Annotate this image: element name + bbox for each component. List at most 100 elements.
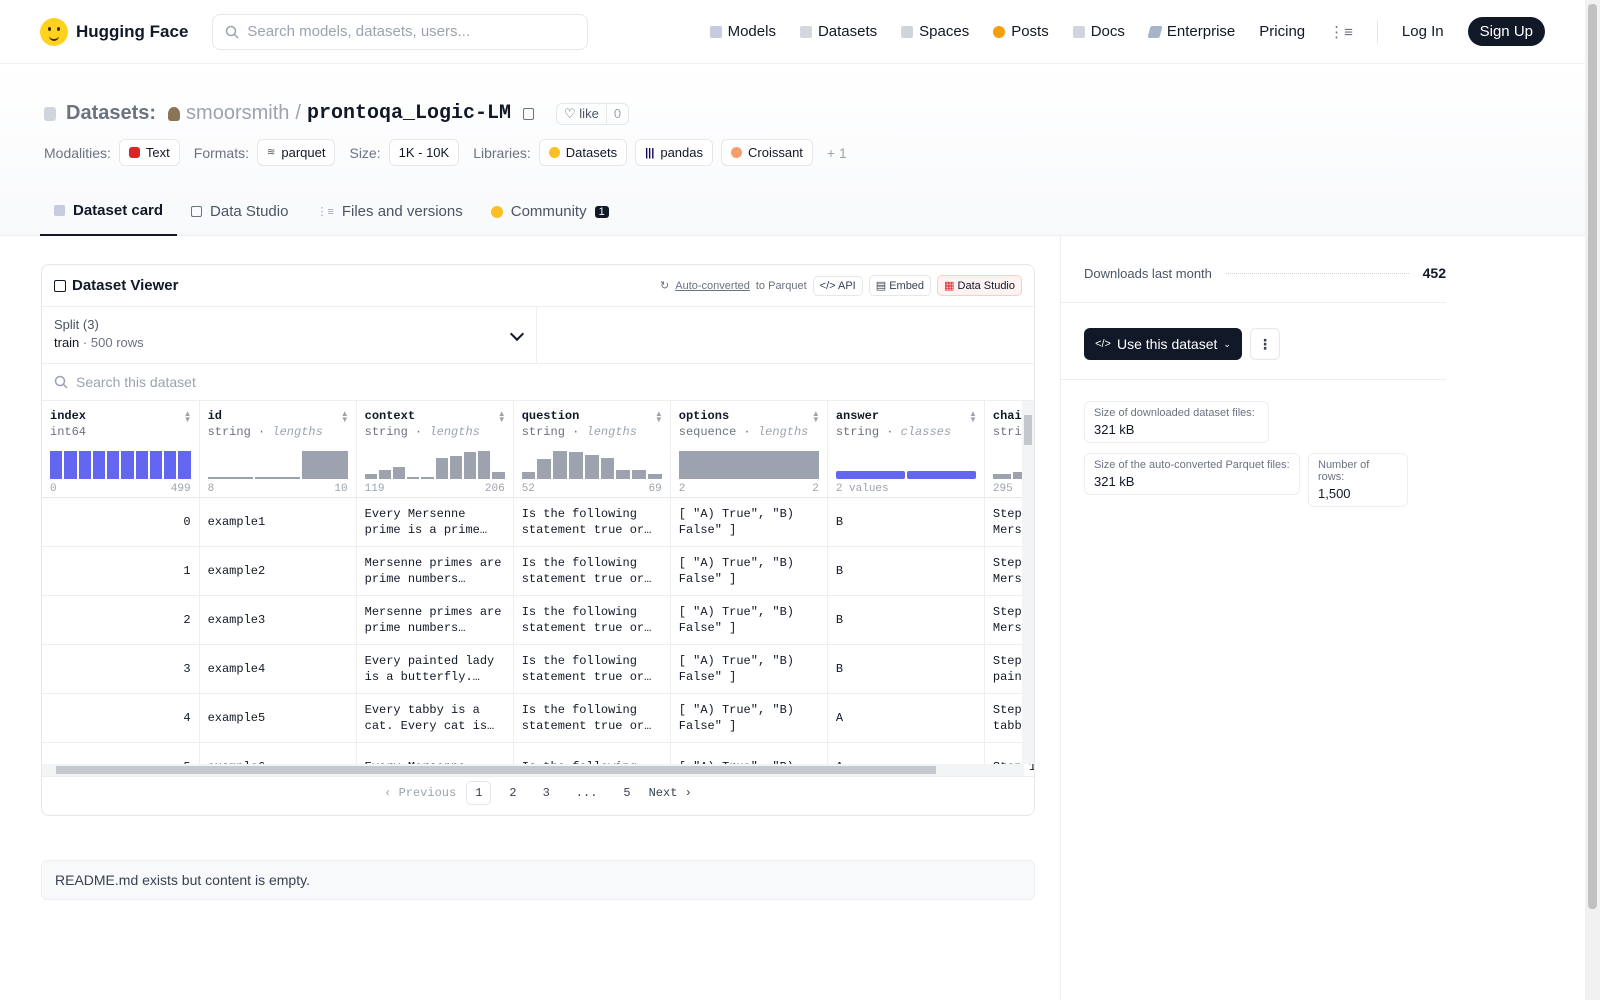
dataset-name[interactable]: prontoqa_Logic-LM (307, 102, 511, 125)
more-options-button[interactable]: ⋮ (1250, 328, 1280, 360)
tab-community[interactable]: Community 1 (477, 190, 623, 236)
nav-models[interactable]: Models (709, 23, 776, 40)
table-cell[interactable]: example2 (199, 546, 357, 596)
table-row[interactable]: 1 example2 Mersenne primes are prime numbe… (42, 546, 1034, 596)
table-row[interactable]: 2 example3 Mersenne primes are prime numbe… (42, 595, 1034, 645)
tab-dataset-card[interactable]: Dataset card (40, 190, 178, 236)
page-2-button[interactable]: 2 (501, 782, 524, 804)
previous-page-button[interactable]: ‹ Previous (384, 786, 456, 800)
brand-link[interactable]: Hugging Face (40, 17, 189, 46)
column-header-index[interactable]: index int64 ▲ ▼ 0 499 (42, 401, 200, 498)
table-row[interactable]: 0 example1 Every Mersenne prime is a prime… (42, 497, 1034, 547)
global-search-input[interactable]: Search models, datasets, users... (212, 13, 589, 50)
table-cell[interactable]: example5 (199, 693, 357, 743)
nav-datasets[interactable]: Datasets (799, 23, 877, 40)
dataset-search-input[interactable]: Search this dataset (42, 364, 1034, 401)
column-header-question[interactable]: question string · lengths ▲ ▼ 52 69 (513, 401, 671, 498)
table-cell[interactable]: [ "A) True", "B) False" ] (670, 546, 828, 596)
nav-enterprise[interactable]: Enterprise (1147, 23, 1235, 40)
table-cell[interactable]: 2 (42, 595, 200, 645)
table-horizontal-scrollbar[interactable] (42, 764, 1024, 776)
signup-button[interactable]: Sign Up (1467, 17, 1545, 46)
tag-modality-text[interactable]: Text (118, 139, 180, 166)
sort-icon[interactable]: ▲ ▼ (341, 410, 349, 424)
table-cell[interactable]: B (827, 595, 985, 645)
column-header-context[interactable]: context string · lengths ▲ ▼ 119 206 (356, 401, 514, 498)
table-cell[interactable]: Is the following statement true or… (513, 595, 671, 645)
next-page-button[interactable]: Next › (649, 786, 692, 800)
table-cell[interactable]: Every tabby is a cat. Every cat is… (356, 693, 514, 743)
table-cell[interactable]: [ "A) True", "B) False" ] (670, 693, 828, 743)
auto-converted-link[interactable]: Auto-converted (675, 280, 750, 292)
page-3-button[interactable]: 3 (535, 782, 558, 804)
tag-format-parquet[interactable]: ≋ parquet (257, 139, 336, 166)
tag-library-croissant[interactable]: Croissant (721, 139, 813, 166)
table-cell[interactable]: example4 (199, 644, 357, 694)
tab-data-studio[interactable]: Data Studio (177, 190, 302, 236)
text-modality-icon (128, 147, 140, 158)
table-cell[interactable]: 0 (42, 497, 200, 547)
nav-docs[interactable]: Docs (1072, 23, 1125, 40)
table-cell[interactable]: [ "A) True", "B) False" ] (670, 644, 828, 694)
tag-library-pandas[interactable]: ||| pandas (635, 139, 713, 166)
table-cell[interactable]: Is the following statement true or… (513, 546, 671, 596)
table-cell[interactable]: example1 (199, 497, 357, 547)
column-header-answer[interactable]: answer string · classes ▲ ▼ 2 values (827, 401, 985, 498)
table-cell[interactable]: 1 (42, 546, 200, 596)
table-cell[interactable]: Is the following statement true or… (513, 497, 671, 547)
table-cell[interactable]: Mersenne primes are prime numbers… (356, 546, 514, 596)
readme-empty-notice: README.md exists but content is empty. (41, 860, 1035, 900)
page-1-button[interactable]: 1 (466, 780, 492, 805)
sort-icon[interactable]: ▲ ▼ (184, 410, 192, 424)
embed-button[interactable]: ▤ Embed (868, 275, 932, 296)
dataset-owner-link[interactable]: smoorsmith (186, 102, 289, 125)
table-cell[interactable]: B (827, 546, 985, 596)
datasets-section-link[interactable]: Datasets: (66, 102, 156, 125)
use-this-dataset-button[interactable]: </> Use this dataset ⌄ (1084, 328, 1242, 360)
table-cell[interactable]: example3 (199, 595, 357, 645)
table-cell[interactable]: [ "A) True", "B) False" ] (670, 497, 828, 547)
nav-posts[interactable]: Posts (993, 23, 1049, 40)
table-cell[interactable]: B (827, 497, 985, 547)
page-vertical-scrollbar[interactable] (1585, 0, 1600, 1000)
column-header-options[interactable]: options sequence · lengths ▲ ▼ 22 (670, 401, 828, 498)
table-cell[interactable]: 3 (42, 644, 200, 694)
table-cell[interactable]: A (827, 693, 985, 743)
table-cell[interactable]: 4 (42, 693, 200, 743)
table-cell[interactable]: Mersenne primes are prime numbers… (356, 595, 514, 645)
sort-icon[interactable]: ▲ ▼ (655, 410, 663, 424)
column-range: 8 10 (208, 483, 348, 495)
scrollbar-thumb[interactable] (1588, 4, 1597, 909)
nav-spaces[interactable]: Spaces (901, 23, 969, 40)
table-cell[interactable]: Is the following statement true or… (513, 693, 671, 743)
table-row[interactable]: 4 example5 Every tabby is a cat. Every cat… (42, 693, 1034, 743)
nav-pricing[interactable]: Pricing (1259, 23, 1305, 40)
table-cell[interactable]: B (827, 644, 985, 694)
table-row[interactable]: 3 example4 Every painted lady is a butterf… (42, 644, 1034, 694)
libraries-more[interactable]: + 1 (827, 145, 847, 161)
table-cell[interactable]: Every painted lady is a butterfly.… (356, 644, 514, 694)
tab-files-and-versions[interactable]: ⋮≡ Files and versions (302, 190, 476, 236)
like-button[interactable]: ♡ like 0 (556, 102, 630, 125)
api-button[interactable]: </> API (812, 275, 863, 296)
table-cell[interactable]: Every Mersenne prime is a prime… (356, 497, 514, 547)
tag-library-datasets[interactable]: Datasets (538, 139, 628, 166)
split-selector[interactable]: Split (3) train · 500 rows (42, 307, 537, 363)
tag-size[interactable]: 1K - 10K (388, 139, 460, 166)
page-5-button[interactable]: 5 (615, 782, 638, 804)
sort-icon[interactable]: ▲ ▼ (498, 410, 506, 424)
table-vertical-scrollbar[interactable] (1022, 401, 1034, 764)
nav-more-menu[interactable]: ⋮≡ (1329, 23, 1353, 41)
table-cell[interactable]: [ "A) True", "B) False" ] (670, 595, 828, 645)
brand-name: Hugging Face (76, 21, 189, 41)
table-cell[interactable]: Is the following statement true or… (513, 644, 671, 694)
login-link[interactable]: Log In (1402, 23, 1444, 40)
sort-icon[interactable]: ▲ ▼ (969, 410, 977, 424)
chevron-down-icon: ⌄ (1223, 338, 1231, 349)
column-header-id[interactable]: id string · lengths ▲ ▼ 8 10 (199, 401, 357, 498)
data-studio-button[interactable]: ▦ Data Studio (937, 275, 1022, 296)
scrollbar-thumb[interactable] (1024, 415, 1032, 445)
copy-icon[interactable] (523, 107, 535, 120)
sort-icon[interactable]: ▲ ▼ (812, 410, 820, 424)
scrollbar-thumb[interactable] (56, 766, 936, 774)
